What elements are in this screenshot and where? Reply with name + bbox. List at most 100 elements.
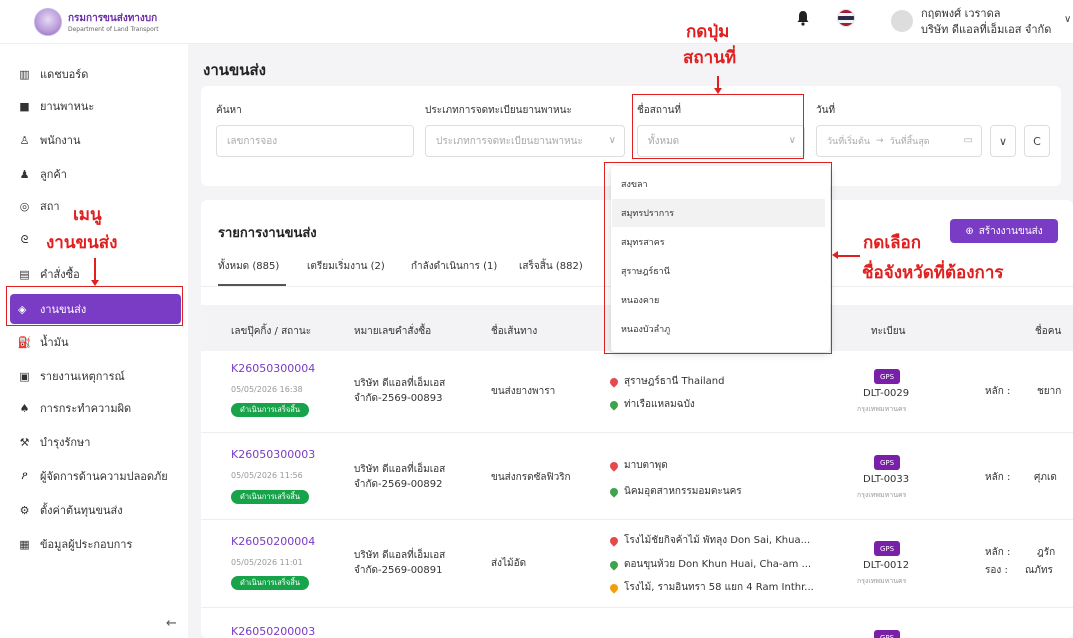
sidebar-item-label: แดชบอร์ด — [40, 68, 89, 81]
sidebar-item-label: ลูกค้า — [40, 168, 67, 181]
sidebar-item-cost-settings[interactable]: ⚙ ตั้งค่าต้นทุนขนส่ง — [18, 500, 123, 520]
annotation-menu: เมนู — [73, 205, 102, 225]
truck-icon: ■ — [19, 99, 30, 113]
gps-badge: GPS — [874, 630, 900, 638]
destination-location: นิคมอุตสาหกรรมอมตะนคร — [608, 484, 742, 499]
menu-highlight — [6, 286, 183, 326]
calendar-icon: ▭ — [963, 135, 973, 146]
driver-role: หลัก : — [985, 547, 1011, 558]
sidebar-item-customers[interactable]: ♟ ลูกค้า — [18, 164, 67, 184]
booking-date: 05/05/2026 16:38 — [231, 385, 303, 394]
search-input[interactable]: เลขการจอง — [216, 125, 414, 157]
annotation-arrow-head — [714, 88, 722, 94]
column-header: เลขปุ๊คกิ้ง / สถานะ — [231, 326, 312, 337]
tab-preparing[interactable]: เตรียมเริ่มงาน (2) — [307, 259, 385, 274]
stop-location: ดอนขุนห้วย Don Khun Huai, Cha-am ... — [608, 557, 811, 572]
sidebar-item-places[interactable]: ◎ สถา — [18, 196, 60, 216]
driver-name: ณภัทร — [1025, 565, 1053, 576]
column-header: หมายเลขคำสั่งซื้อ — [354, 326, 432, 337]
driver-name: ฎรัก — [1037, 547, 1056, 558]
sidebar-item-label: สถา — [40, 200, 60, 213]
map-pin-icon — [608, 558, 620, 571]
sidebar-item-employees[interactable]: ♙ พนักงาน — [18, 130, 81, 150]
top-bar: กรมการขนส่งทางบก Department of Land Tran… — [0, 0, 1073, 44]
tab-in-progress[interactable]: กำลังดำเนินการ (1) — [411, 259, 497, 274]
row-divider — [201, 432, 1073, 433]
clipboard-icon: ▤ — [19, 267, 30, 281]
map-pin-icon — [608, 375, 620, 388]
plate-number: DLT-0033 — [863, 474, 910, 485]
sidebar-item-label: บำรุงรักษา — [40, 436, 91, 449]
sidebar-item-maintenance[interactable]: ⚒ บำรุงรักษา — [18, 432, 91, 452]
map-pin-icon — [608, 534, 620, 547]
annotation-arrow-head — [832, 251, 838, 259]
booking-id-link[interactable]: K26050200004 — [231, 535, 315, 548]
sidebar-item-operator-info[interactable]: ▦ ข้อมูลผู้ประกอบการ — [18, 534, 132, 554]
plate-province: กรุงเทพมหานคร — [857, 491, 907, 499]
plate-province: กรุงเทพมหานคร — [857, 405, 907, 413]
user-icon: ♙ — [19, 133, 30, 147]
booking-id-link[interactable]: K26050300003 — [231, 448, 315, 461]
report-icon: ▣ — [19, 369, 30, 383]
destination-location: ท่าเรือแหลมฉบัง — [608, 397, 695, 412]
date-range-input[interactable]: วันที่เริ่มต้น → วันที่สิ้นสุด ▭ — [816, 125, 982, 157]
status-badge: ดำเนินการเสร็จสิ้น — [231, 576, 309, 590]
column-header: ทะเบียน — [871, 326, 906, 337]
reg-type-select[interactable]: ประเภทการจดทะเบียนยานพาหนะ ∨ — [425, 125, 625, 157]
map-pin-icon — [608, 485, 620, 498]
map-pin-icon — [608, 459, 620, 472]
order-number: บริษัท ดีแอลที่เอ็มเอส จำกัด-2569-00892 — [354, 464, 446, 490]
sidebar-item-label: คำสั่งซื้อ — [40, 268, 80, 281]
collapse-sidebar-icon[interactable]: ← — [166, 616, 177, 631]
avatar[interactable] — [891, 10, 913, 32]
sidebar-item-incident-report[interactable]: ▣ รายงานเหตุการณ์ — [18, 366, 124, 386]
users-icon: ♟ — [19, 167, 30, 181]
chevron-down-icon[interactable]: ∨ — [1064, 14, 1071, 25]
tab-all[interactable]: ทั้งหมด (885) — [218, 259, 279, 274]
row-divider — [201, 607, 1073, 608]
booking-id-link[interactable]: K26050200003 — [231, 625, 315, 638]
page-title: งานขนส่ง — [203, 61, 266, 79]
plate-number: DLT-0012 — [863, 560, 910, 571]
thai-flag-icon[interactable] — [837, 9, 855, 27]
driver-role: รอง : — [985, 565, 1008, 576]
sidebar-item-label: น้ำมัน — [40, 336, 69, 349]
annotation-arrow — [717, 76, 719, 88]
logo-title: กรมการขนส่งทางบก — [68, 13, 158, 24]
status-badge: ดำเนินการเสร็จสิ้น — [231, 403, 309, 417]
sidebar-item-fuel[interactable]: ⛽ น้ำมัน — [18, 332, 69, 352]
sidebar-item-safety-manager[interactable]: ዖ ผู้จัดการด้านความปลอดภัย — [18, 466, 168, 486]
annotation-arrow — [838, 255, 860, 257]
sidebar-item-dashboard[interactable]: ▥ แดชบอร์ด — [18, 64, 88, 84]
sidebar-item-label: การกระทำความผิด — [40, 402, 132, 415]
location-icon: ◎ — [19, 199, 30, 213]
column-header: ชื่อเส้นทาง — [491, 326, 538, 337]
refresh-button[interactable]: C — [1024, 125, 1050, 157]
user-company[interactable]: บริษัท ดีแอลที่เอ็มเอส จำกัด — [921, 20, 1051, 38]
annotation-click-place: กดปุ่ม — [686, 22, 730, 42]
gps-badge: GPS — [874, 455, 900, 470]
origin-location: มาบตาพุด — [608, 458, 668, 473]
place-filter-highlight — [632, 94, 804, 159]
sidebar-item-vehicles[interactable]: ■ ยานพาหนะ — [18, 96, 94, 116]
route-name: ขนส่งยางพารา — [491, 386, 556, 397]
plate-number: DLT-0029 — [863, 388, 910, 399]
booking-id-link[interactable]: K26050300004 — [231, 362, 315, 375]
annotation-select-2: ชื่อจังหวัดที่ต้องการ — [862, 263, 1004, 283]
annotation-select: กดเลือก — [863, 233, 922, 253]
sidebar-item-routes[interactable]: ᘓ — [18, 230, 40, 250]
logo[interactable]: กรมการขนส่งทางบก Department of Land Tran… — [34, 8, 159, 36]
expand-filter-button[interactable]: ∨ — [990, 125, 1016, 157]
map-pin-icon — [608, 398, 620, 411]
tab-completed[interactable]: เสร็จสิ้น (882) — [519, 259, 583, 274]
sidebar-item-violations[interactable]: ♠ การกระทำความผิด — [18, 398, 132, 418]
active-tab-indicator — [218, 284, 286, 286]
create-transport-job-button[interactable]: ⊕ สร้างงานขนส่ง — [950, 219, 1058, 243]
dropdown-highlight — [604, 162, 832, 354]
annotation-arrow-head — [91, 280, 99, 286]
sidebar-item-orders[interactable]: ▤ คำสั่งซื้อ — [18, 264, 80, 284]
origin-location: สุราษฎร์ธานี Thailand — [608, 374, 724, 389]
bell-icon[interactable] — [796, 10, 810, 26]
route-icon: ᘓ — [20, 233, 29, 246]
settings-icon: ⚙ — [19, 503, 30, 517]
